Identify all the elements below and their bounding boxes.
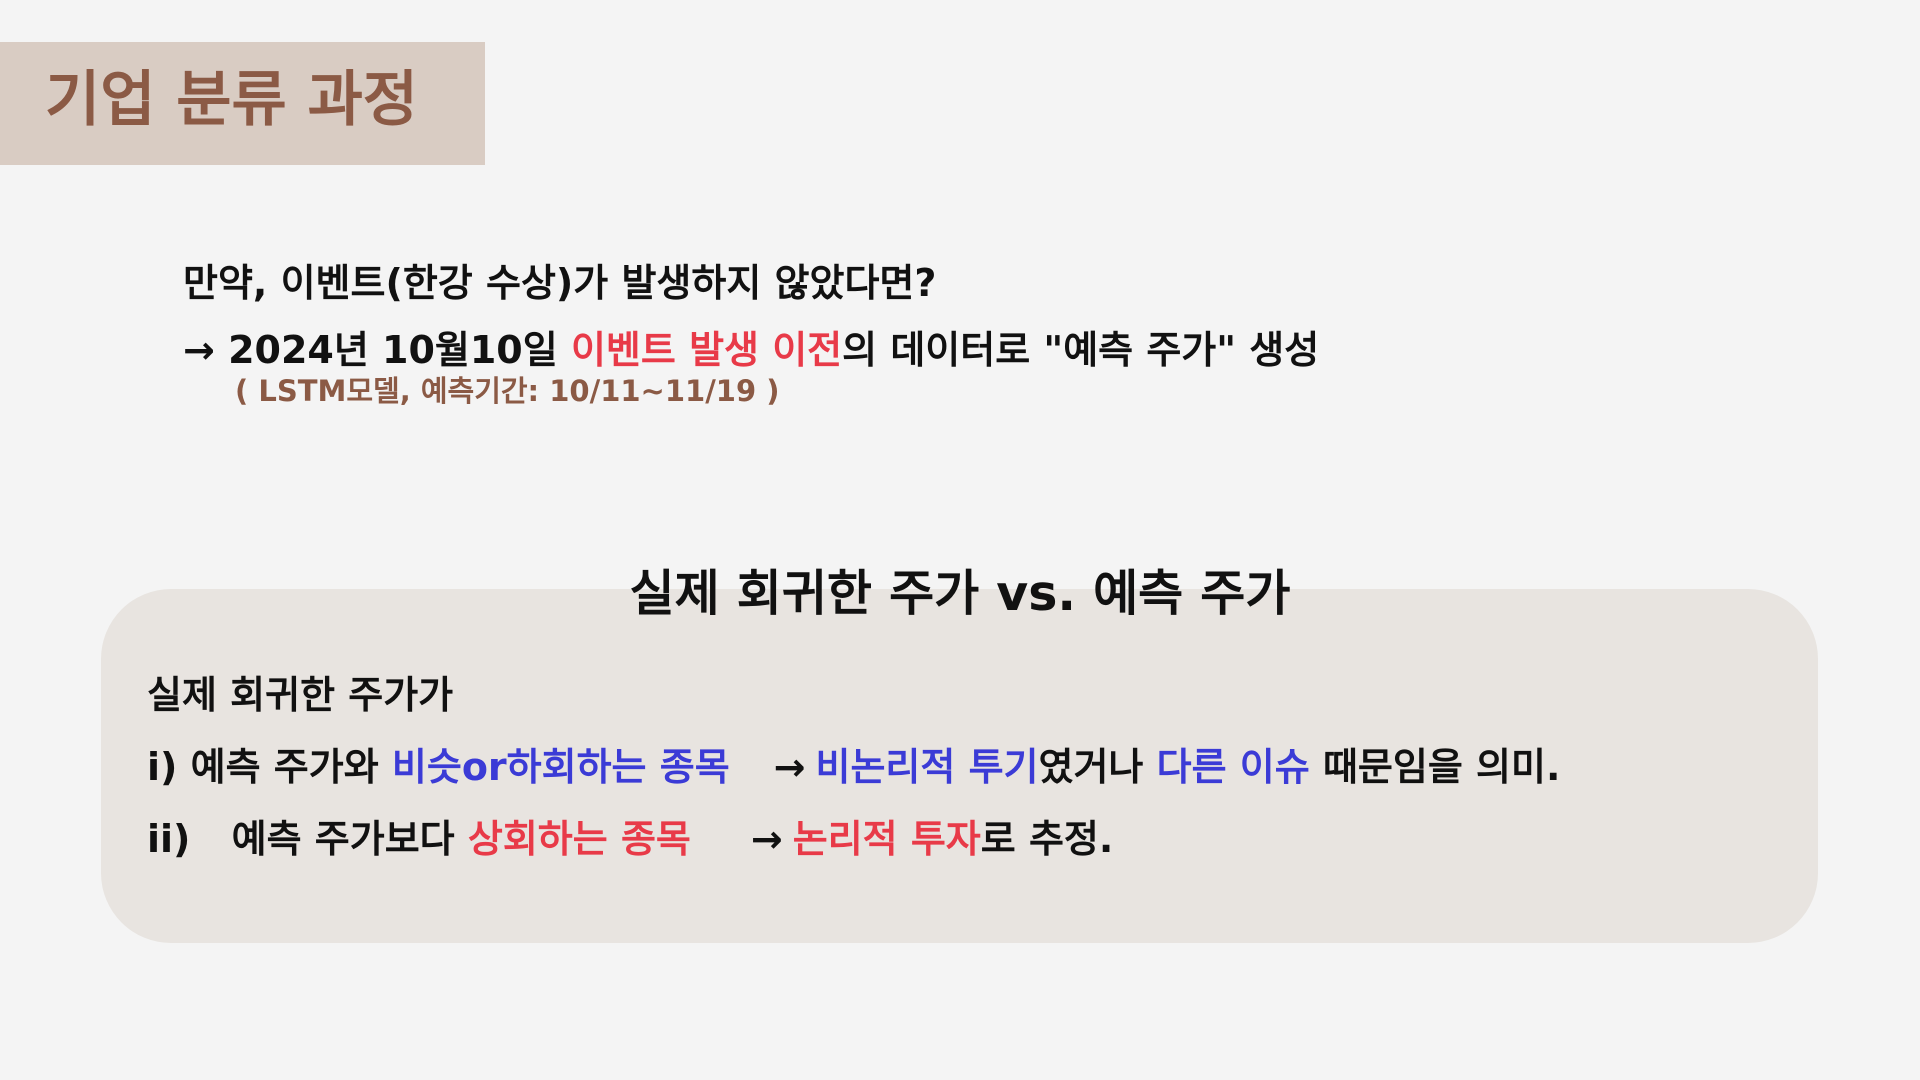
item1-highlight-speculation: 비논리적 투기 bbox=[815, 745, 1039, 789]
prediction-suffix-text: 의 데이터로 "예측 주가" 생성 bbox=[842, 328, 1320, 372]
prediction-line: → 2024년 10월10일 이벤트 발생 이전의 데이터로 "예측 주가" 생… bbox=[183, 327, 1603, 373]
panel-title: 실제 회귀한 주가 vs. 예측 주가 bbox=[629, 565, 1291, 622]
title-banner: 기업 분류 과정 bbox=[0, 42, 485, 165]
page-title: 기업 분류 과정 bbox=[45, 65, 418, 135]
item1-highlight-similar: 비슷or하회하는 종목 bbox=[391, 745, 730, 789]
list-marker-2: ii) bbox=[147, 817, 191, 861]
item2-highlight-outperform: 상회하는 종목 bbox=[467, 817, 691, 861]
list-marker-1: i) bbox=[147, 745, 178, 789]
intro-section: 만약, 이벤트(한강 수상)가 발생하지 않았다면? → 2024년 10월10… bbox=[183, 259, 1603, 409]
right-arrow-icon: → bbox=[773, 745, 806, 789]
item2-text2: 로 추정. bbox=[980, 817, 1114, 861]
right-arrow-icon: → bbox=[183, 328, 215, 372]
list-item-1: i) 예측 주가와 비슷or하회하는 종목 → 비논리적 투기였거나 다른 이슈 때… bbox=[147, 742, 1787, 792]
item1-text2: 였거나 bbox=[1038, 745, 1157, 789]
item2-text1: 예측 주가보다 bbox=[231, 817, 468, 861]
list-item-2: ii) 예측 주가보다 상회하는 종목 → 논리적 투자로 추정. bbox=[147, 814, 1787, 864]
event-before-highlight: 이벤트 발생 이전 bbox=[570, 328, 843, 372]
item2-highlight-investment: 논리적 투자 bbox=[792, 817, 981, 861]
right-arrow-icon: → bbox=[750, 817, 783, 861]
prediction-date-text: 2024년 10월10일 bbox=[228, 328, 571, 372]
model-note: ( LSTM모델, 예측기간: 10/11~11/19 ) bbox=[235, 374, 780, 408]
question-text: 만약, 이벤트(한강 수상)가 발생하지 않았다면? bbox=[183, 261, 937, 305]
item1-text3: 때문임을 의미. bbox=[1309, 745, 1561, 789]
item1-text1: 예측 주가와 bbox=[190, 745, 392, 789]
panel-body: 실제 회귀한 주가가 i) 예측 주가와 비슷or하회하는 종목 → 비논리적 투기… bbox=[147, 670, 1787, 886]
panel-lead-text: 실제 회귀한 주가가 bbox=[147, 673, 454, 717]
item1-highlight-other-issue: 다른 이슈 bbox=[1156, 745, 1310, 789]
